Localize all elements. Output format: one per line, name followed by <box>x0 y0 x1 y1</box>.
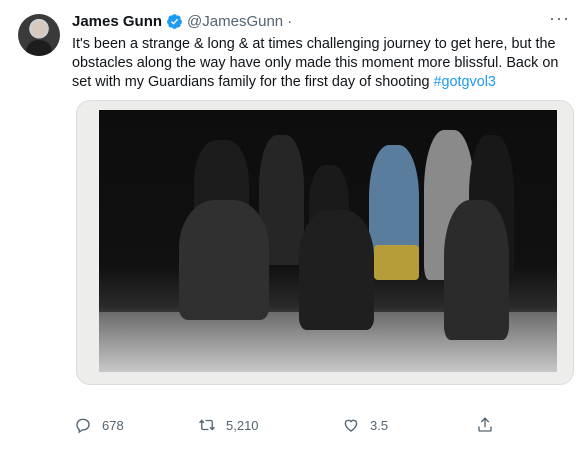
tweet-header: James Gunn @JamesGunn · <box>72 10 292 32</box>
author-handle[interactable]: @JamesGunn <box>187 13 283 30</box>
tweet-photo[interactable] <box>76 100 574 385</box>
retweet-button[interactable]: 5,210 <box>198 416 259 434</box>
avatar-head <box>32 21 46 37</box>
author-name[interactable]: James Gunn <box>72 13 162 30</box>
share-icon <box>478 417 492 432</box>
verified-badge-icon <box>167 13 182 29</box>
like-count: 3.5 <box>370 417 389 433</box>
more-options-icon[interactable]: ··· <box>549 9 570 27</box>
header-separator: · <box>287 12 293 30</box>
photo-figure <box>179 200 269 320</box>
tweet-card: James Gunn @JamesGunn · ··· It's been a … <box>0 0 584 459</box>
reply-button[interactable]: 678 <box>74 416 124 434</box>
tweet-actions: 678 5,210 3.5 <box>74 416 514 440</box>
photo-figure <box>374 245 419 280</box>
polaroid-photo <box>99 110 557 372</box>
retweet-count: 5,210 <box>226 417 259 433</box>
share-button[interactable] <box>476 416 494 434</box>
hashtag-link[interactable]: #gotgvol3 <box>434 74 496 90</box>
photo-figure <box>444 200 509 340</box>
reply-count: 678 <box>102 417 124 433</box>
like-icon <box>344 419 358 432</box>
author-avatar[interactable] <box>18 14 60 56</box>
like-button[interactable]: 3.5 <box>342 416 388 434</box>
avatar-body <box>26 40 52 56</box>
tweet-text: It's been a strange & long & at times ch… <box>72 35 572 92</box>
reply-icon <box>76 418 90 434</box>
photo-figure <box>299 210 374 330</box>
retweet-icon <box>199 419 215 431</box>
